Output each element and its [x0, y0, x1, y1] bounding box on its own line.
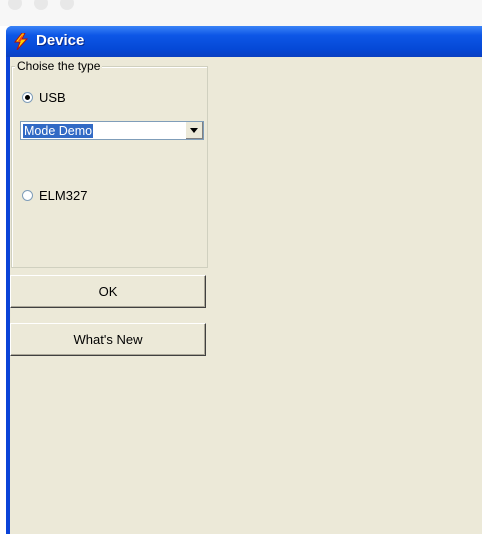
- usb-radio-option[interactable]: USB: [22, 89, 66, 105]
- device-window: Device Choise the type USB ELM327 Mode D…: [6, 26, 482, 534]
- ghost-dot: [34, 0, 48, 10]
- client-area: Choise the type USB ELM327 Mode Demo OK …: [10, 57, 482, 534]
- title-bar[interactable]: Device: [6, 26, 482, 57]
- ghost-dot: [60, 0, 74, 10]
- usb-radio-label: USB: [39, 89, 66, 105]
- app-lightning-icon: [13, 33, 29, 50]
- ghost-dot: [8, 0, 22, 10]
- window-title: Device: [36, 32, 85, 49]
- usb-radio[interactable]: [22, 91, 33, 103]
- whats-new-button[interactable]: What's New: [10, 323, 206, 356]
- mode-select[interactable]: Mode Demo: [20, 121, 204, 140]
- elm327-radio[interactable]: [22, 189, 33, 201]
- device-type-group: Choise the type USB ELM327: [11, 59, 208, 268]
- background-strip: [0, 0, 482, 26]
- group-label: Choise the type: [15, 59, 103, 73]
- ok-button[interactable]: OK: [10, 275, 206, 308]
- elm327-radio-option[interactable]: ELM327: [22, 187, 87, 203]
- mode-select-value: Mode Demo: [23, 124, 94, 138]
- chevron-down-icon[interactable]: [185, 122, 203, 139]
- elm327-radio-label: ELM327: [39, 187, 88, 203]
